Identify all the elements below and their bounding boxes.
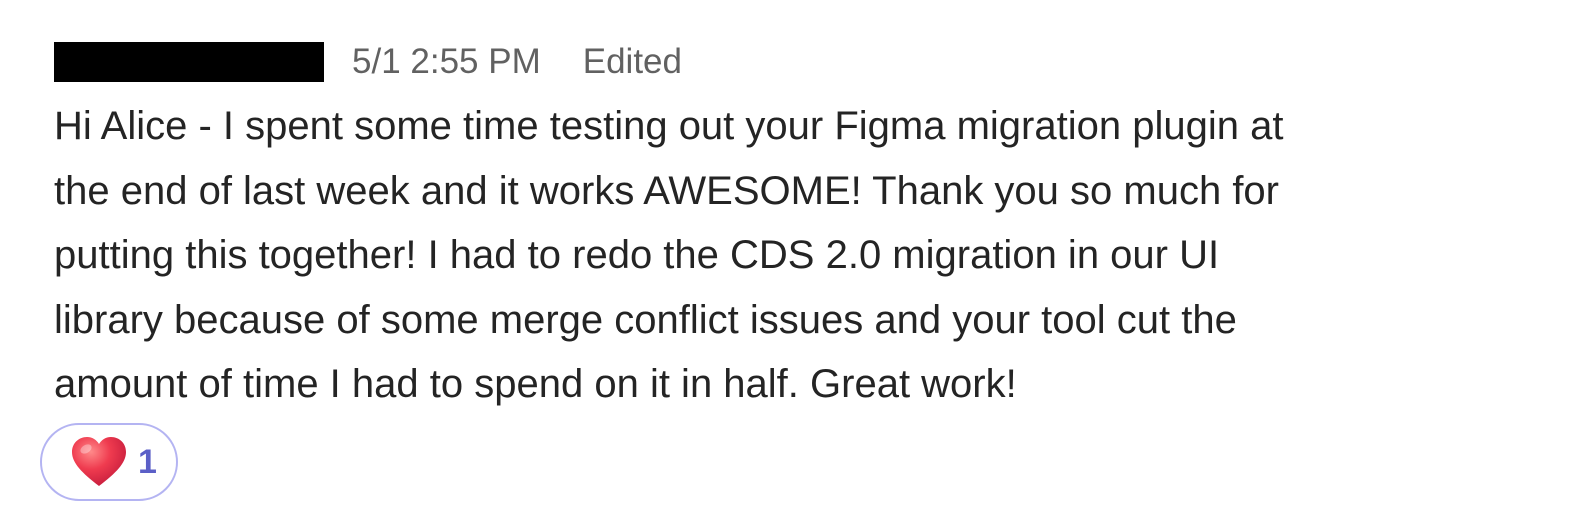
message-body-line: amount of time I had to spend on it in h… [54,362,1017,406]
message-meta: 5/1 2:55 PM Edited [352,40,682,84]
heart-icon [72,437,126,486]
message-body-line: library because of some merge conflict i… [54,297,1237,342]
message-body-line: the end of last week and it works AWESOM… [54,168,1279,213]
reaction-count: 1 [138,442,157,481]
edited-label: Edited [582,42,682,81]
message-timestamp: 5/1 2:55 PM [352,42,541,81]
message-body: Hi Alice - I spent some time testing out… [54,94,1534,417]
author-name-redacted [54,42,324,82]
message-body-line: putting this together! I had to redo the… [54,233,1220,277]
message-body-line: Hi Alice - I spent some time testing out… [54,104,1284,148]
heart-reaction-button[interactable]: 1 [40,423,178,501]
chat-message: 5/1 2:55 PM Edited Hi Alice - I spent so… [0,0,1583,510]
